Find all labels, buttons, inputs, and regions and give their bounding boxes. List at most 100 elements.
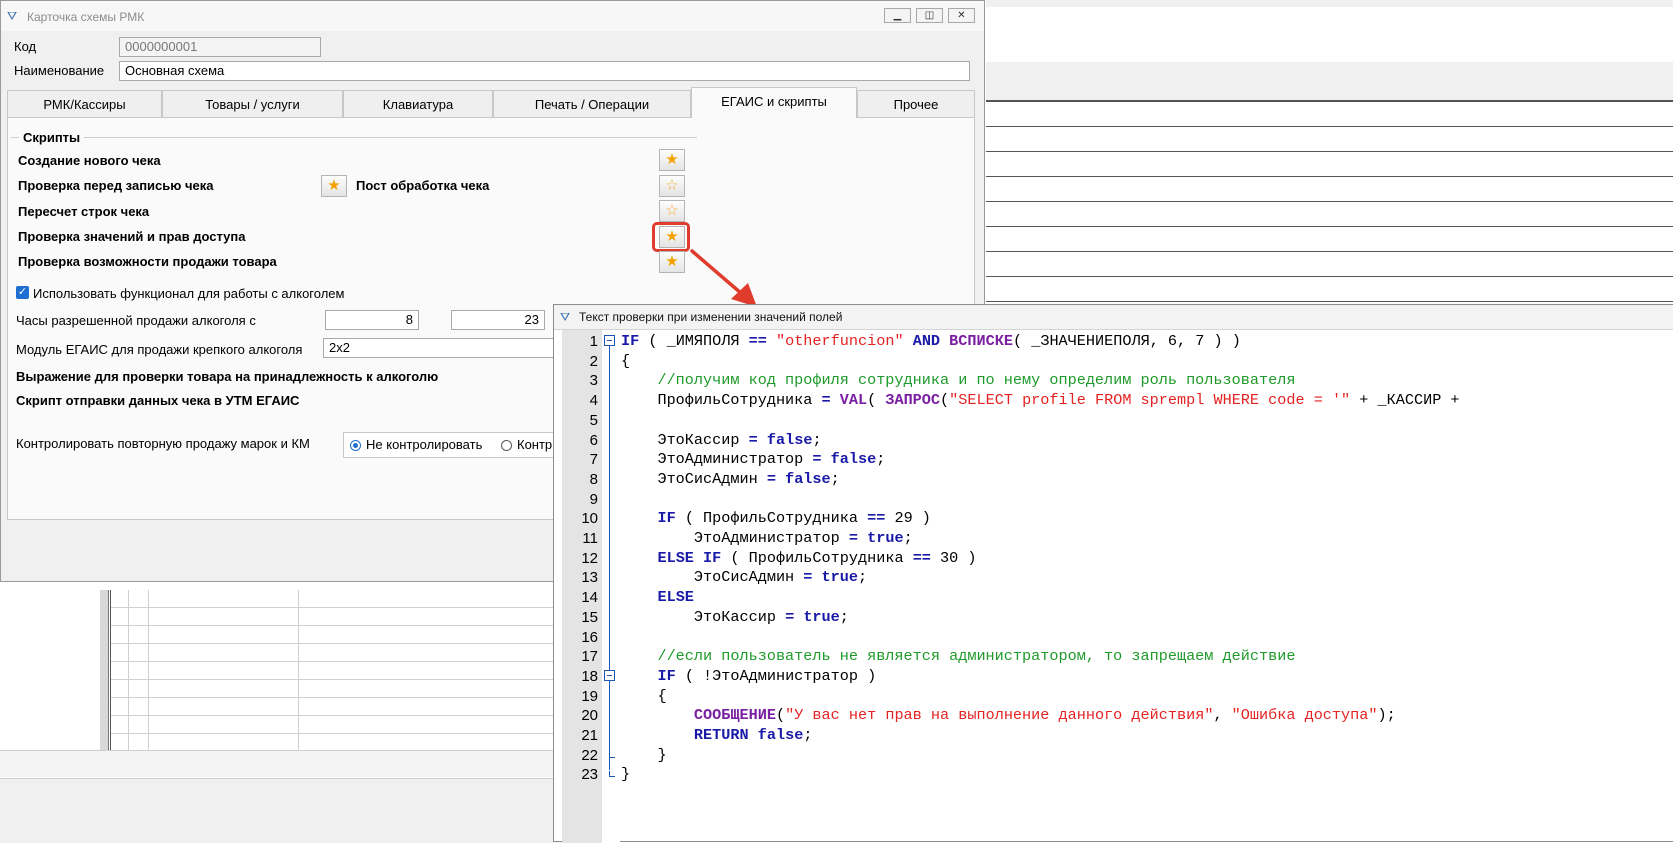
code-token: ( _ЗНАЧЕНИЕПОЛЯ, 6, 7 ) ) bbox=[1012, 332, 1241, 350]
alcohol-checkbox[interactable]: ✓ bbox=[16, 286, 29, 299]
code-token: ( _ИМЯПОЛЯ bbox=[639, 332, 749, 350]
line-number: 17 bbox=[581, 648, 598, 666]
star-outline-icon: ☆ bbox=[665, 177, 679, 194]
code-token: = bbox=[766, 469, 776, 488]
radio-no-control[interactable] bbox=[350, 440, 361, 451]
code-token: false bbox=[757, 726, 804, 744]
module-field[interactable]: 2x2 bbox=[323, 338, 555, 358]
line-number: 9 bbox=[589, 490, 598, 508]
new-check-script-button[interactable]: ★ bbox=[659, 149, 685, 171]
tab-goods[interactable]: Товары / услуги bbox=[162, 90, 343, 118]
background-footer bbox=[0, 778, 600, 843]
line-number: 7 bbox=[589, 451, 598, 469]
code-token: = bbox=[785, 607, 795, 626]
hours-from-field[interactable]: 8 bbox=[325, 310, 419, 330]
code-line[interactable]: 2{ bbox=[554, 352, 1673, 372]
code-text: } bbox=[621, 765, 630, 785]
radio-control-label[interactable]: Контр bbox=[517, 437, 552, 452]
minimize-button[interactable]: ▁ bbox=[884, 8, 911, 23]
code-text: ЭтоСисАдмин = true; bbox=[621, 568, 867, 588]
code-line[interactable]: 20 СООБЩЕНИЕ("У вас нет прав на выполнен… bbox=[554, 706, 1673, 726]
hours-to-field[interactable]: 23 bbox=[451, 310, 545, 330]
code-line[interactable]: 11 ЭтоАдминистратор = true; bbox=[554, 529, 1673, 549]
tab-egais[interactable]: ЕГАИС и скрипты bbox=[691, 87, 857, 120]
radio-control[interactable] bbox=[501, 440, 512, 451]
code-text: { bbox=[621, 687, 666, 707]
line-number: 23 bbox=[581, 766, 598, 784]
code-token: == bbox=[867, 509, 886, 528]
code-line[interactable]: 4 ПрофильСотрудника = VAL( ЗАПРОС("SELEC… bbox=[554, 391, 1673, 411]
code-token: } bbox=[621, 745, 667, 764]
background-toolbar bbox=[986, 7, 1673, 63]
background-grid bbox=[986, 102, 1673, 322]
tab-rmk[interactable]: РМК/Кассиры bbox=[7, 90, 162, 118]
code-line[interactable]: 17 //если пользователь не является админ… bbox=[554, 647, 1673, 667]
code-line[interactable]: 7 ЭтоАдминистратор = false; bbox=[554, 450, 1673, 470]
background-table-area bbox=[0, 590, 601, 843]
code-line[interactable]: 22 } bbox=[554, 746, 1673, 766]
code-line[interactable]: 14 ELSE bbox=[554, 588, 1673, 608]
name-field[interactable]: Основная схема bbox=[119, 61, 970, 81]
code-text: ЭтоКассир = true; bbox=[621, 608, 849, 628]
code-line[interactable]: 21 RETURN false; bbox=[554, 726, 1673, 746]
code-line[interactable]: 15 ЭтоКассир = true; bbox=[554, 608, 1673, 628]
code-line[interactable]: 8 ЭтоСисАдмин = false; bbox=[554, 470, 1673, 490]
tab-keyboard[interactable]: Клавиатура bbox=[343, 90, 493, 118]
tab-other[interactable]: Прочее bbox=[857, 90, 975, 118]
code-line[interactable]: 3 //получим код профиля сотрудника и по … bbox=[554, 371, 1673, 391]
star-icon: ★ bbox=[327, 177, 341, 194]
code-token: IF bbox=[657, 509, 676, 528]
code-token: ( ПрофильСотрудника bbox=[721, 548, 913, 567]
code-token: false bbox=[766, 430, 813, 449]
script-label-recalc: Пересчет строк чека bbox=[18, 204, 150, 219]
code-field[interactable]: 0000000001 bbox=[119, 37, 321, 57]
recalc-script-button[interactable]: ☆ bbox=[659, 200, 685, 222]
code-token: 29 ) bbox=[885, 509, 931, 528]
code-line[interactable]: 6 ЭтоКассир = false; bbox=[554, 431, 1673, 451]
before-write-script-button[interactable]: ☆ bbox=[659, 175, 685, 197]
code-line[interactable]: 1 IF ( _ИМЯПОЛЯ == "otherfuncion" AND ВСП… bbox=[554, 332, 1673, 352]
background-window-top bbox=[986, 0, 1673, 7]
star-icon: ★ bbox=[665, 253, 679, 270]
code-line[interactable]: 10 IF ( ПрофильСотрудника == 29 ) bbox=[554, 509, 1673, 529]
code-token: ; bbox=[858, 568, 868, 587]
scripts-group-title: Скрипты bbox=[19, 130, 85, 145]
maximize-button[interactable]: ◫ bbox=[916, 8, 943, 23]
code-token: == bbox=[748, 332, 767, 350]
code-line[interactable]: 12 ELSE IF ( ПрофильСотрудника == 30 ) bbox=[554, 549, 1673, 569]
post-processing-script-button[interactable]: ★ bbox=[321, 175, 347, 197]
line-number: 6 bbox=[589, 431, 598, 449]
grid-divider bbox=[128, 590, 129, 750]
grid-divider bbox=[298, 590, 299, 750]
code-token: = bbox=[821, 391, 831, 410]
code-token: ( !ЭтоАдминистратор ) bbox=[675, 666, 877, 685]
app-logo-icon: ⛛ bbox=[7, 9, 18, 23]
title-bar: ⛛ Карточка схемы РМК ▁ ◫ ✕ bbox=[1, 1, 984, 31]
code-line[interactable]: 16 bbox=[554, 628, 1673, 648]
code-line[interactable]: 19 { bbox=[554, 687, 1673, 707]
app-logo-icon: ⛛ bbox=[560, 310, 571, 324]
tab-print[interactable]: Печать / Операции bbox=[493, 90, 691, 118]
code-token: false bbox=[785, 469, 831, 488]
code-token: ; bbox=[903, 529, 913, 547]
sale-check-script-button[interactable]: ★ bbox=[659, 251, 685, 273]
code-line[interactable]: 5 bbox=[554, 411, 1673, 431]
radio-no-control-label[interactable]: Не контролировать bbox=[366, 437, 482, 452]
close-button[interactable]: ✕ bbox=[948, 8, 975, 23]
code-token: IF bbox=[657, 666, 676, 685]
highlight-frame bbox=[652, 222, 690, 252]
background-scrollbar[interactable] bbox=[100, 590, 109, 765]
code-line[interactable]: 13 ЭтоСисАдмин = true; bbox=[554, 568, 1673, 588]
code-line[interactable]: 23} bbox=[554, 765, 1673, 785]
code-token: ; bbox=[839, 607, 849, 626]
code-token: , bbox=[1213, 706, 1232, 725]
code-line[interactable]: 9 bbox=[554, 490, 1673, 510]
code-token: + _КАССИР + bbox=[1350, 391, 1460, 410]
code-line[interactable]: 18 IF ( !ЭтоАдминистратор ) bbox=[554, 667, 1673, 687]
